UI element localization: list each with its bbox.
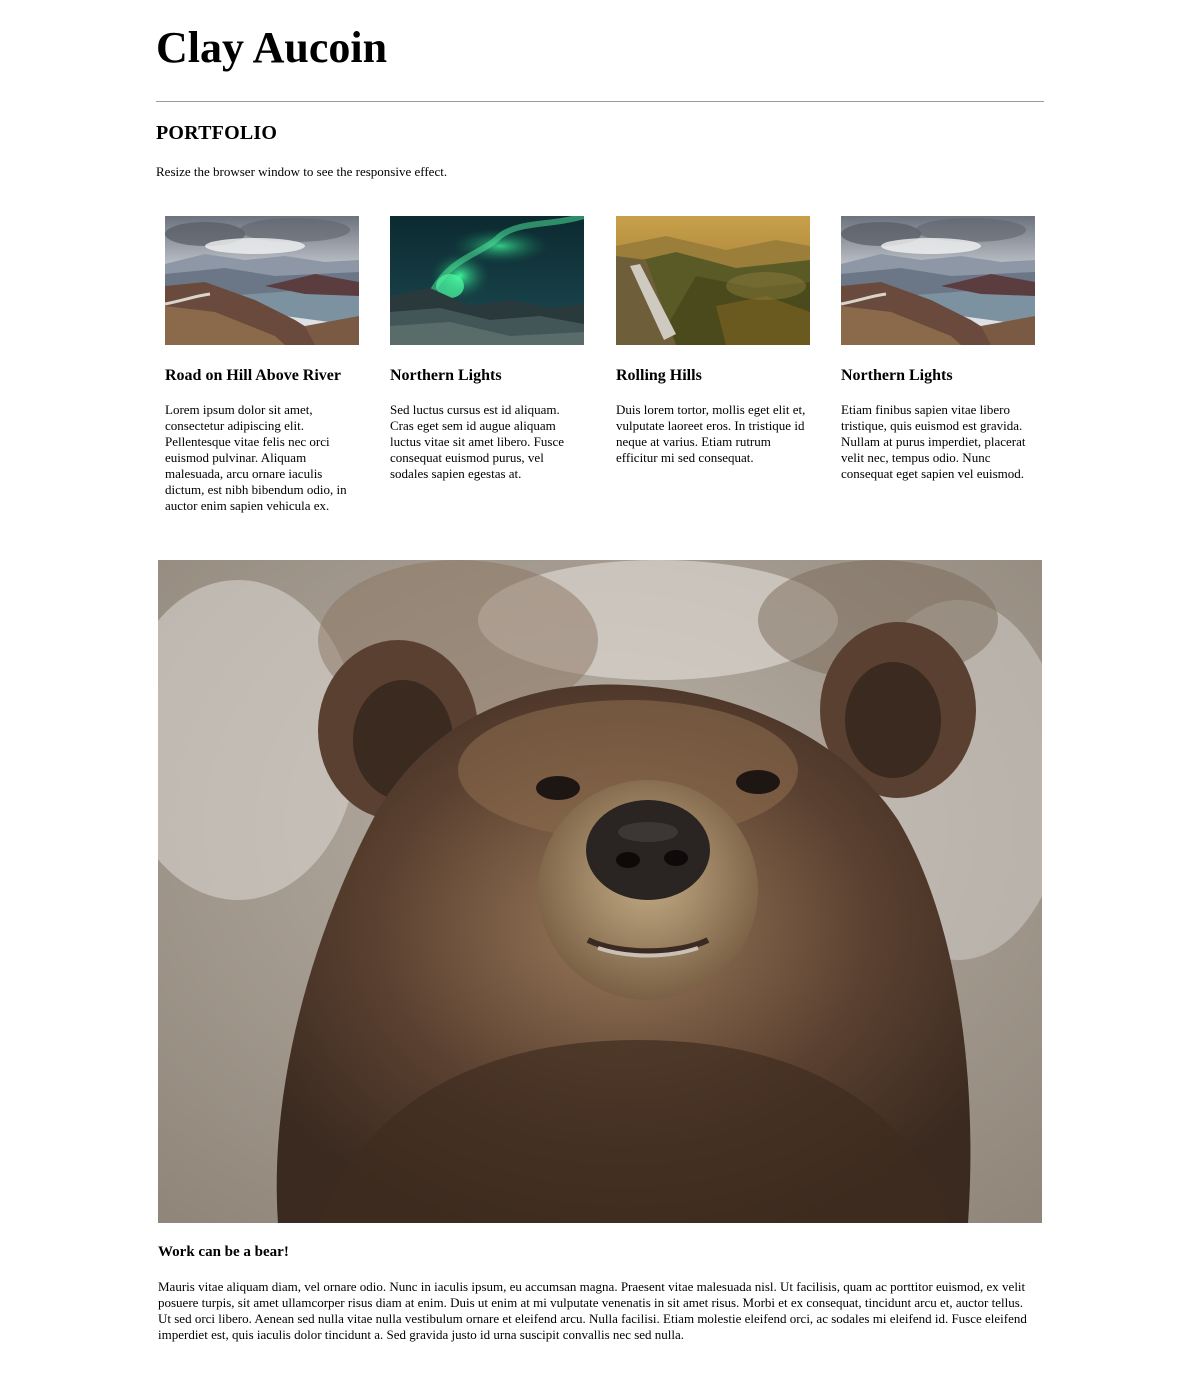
portfolio-card: Northern Lights Etiam finibus sapien vit… — [841, 216, 1035, 481]
portfolio-card-text: Duis lorem tortor, mollis eget elit et, … — [616, 402, 806, 465]
portfolio-image-road-on-hill[interactable] — [841, 216, 1035, 345]
portfolio-heading: PORTFOLIO — [156, 122, 278, 144]
portfolio-card-text: Lorem ipsum dolor sit amet, consectetur … — [165, 402, 347, 513]
portfolio-card-text: Sed luctus cursus est id aliquam. Cras e… — [390, 402, 565, 481]
portfolio-image-rolling-hills[interactable] — [616, 216, 810, 345]
feature-image-bear — [158, 560, 1042, 1223]
site-title: Clay Aucoin — [156, 23, 388, 72]
portfolio-intro: Resize the browser window to see the res… — [156, 164, 448, 179]
portfolio-card-title: Northern Lights — [841, 367, 953, 384]
feature-text: Mauris vitae aliquam diam, vel ornare od… — [158, 1279, 1027, 1342]
portfolio-card-title: Northern Lights — [390, 367, 502, 384]
portfolio-image-road-on-hill[interactable] — [165, 216, 359, 345]
portfolio-image-northern-lights[interactable] — [390, 216, 584, 345]
portfolio-card-text: Etiam finibus sapien vitae libero tristi… — [841, 402, 1026, 481]
portfolio-card: Rolling Hills Duis lorem tortor, mollis … — [616, 216, 810, 465]
portfolio-card-title: Road on Hill Above River — [165, 367, 342, 384]
header-divider — [156, 101, 1044, 102]
feature-title: Work can be a bear! — [158, 1244, 289, 1260]
portfolio-card-title: Rolling Hills — [616, 367, 702, 384]
portfolio-card: Road on Hill Above River Lorem ipsum dol… — [165, 216, 359, 513]
portfolio-card: Northern Lights Sed luctus cursus est id… — [390, 216, 584, 481]
